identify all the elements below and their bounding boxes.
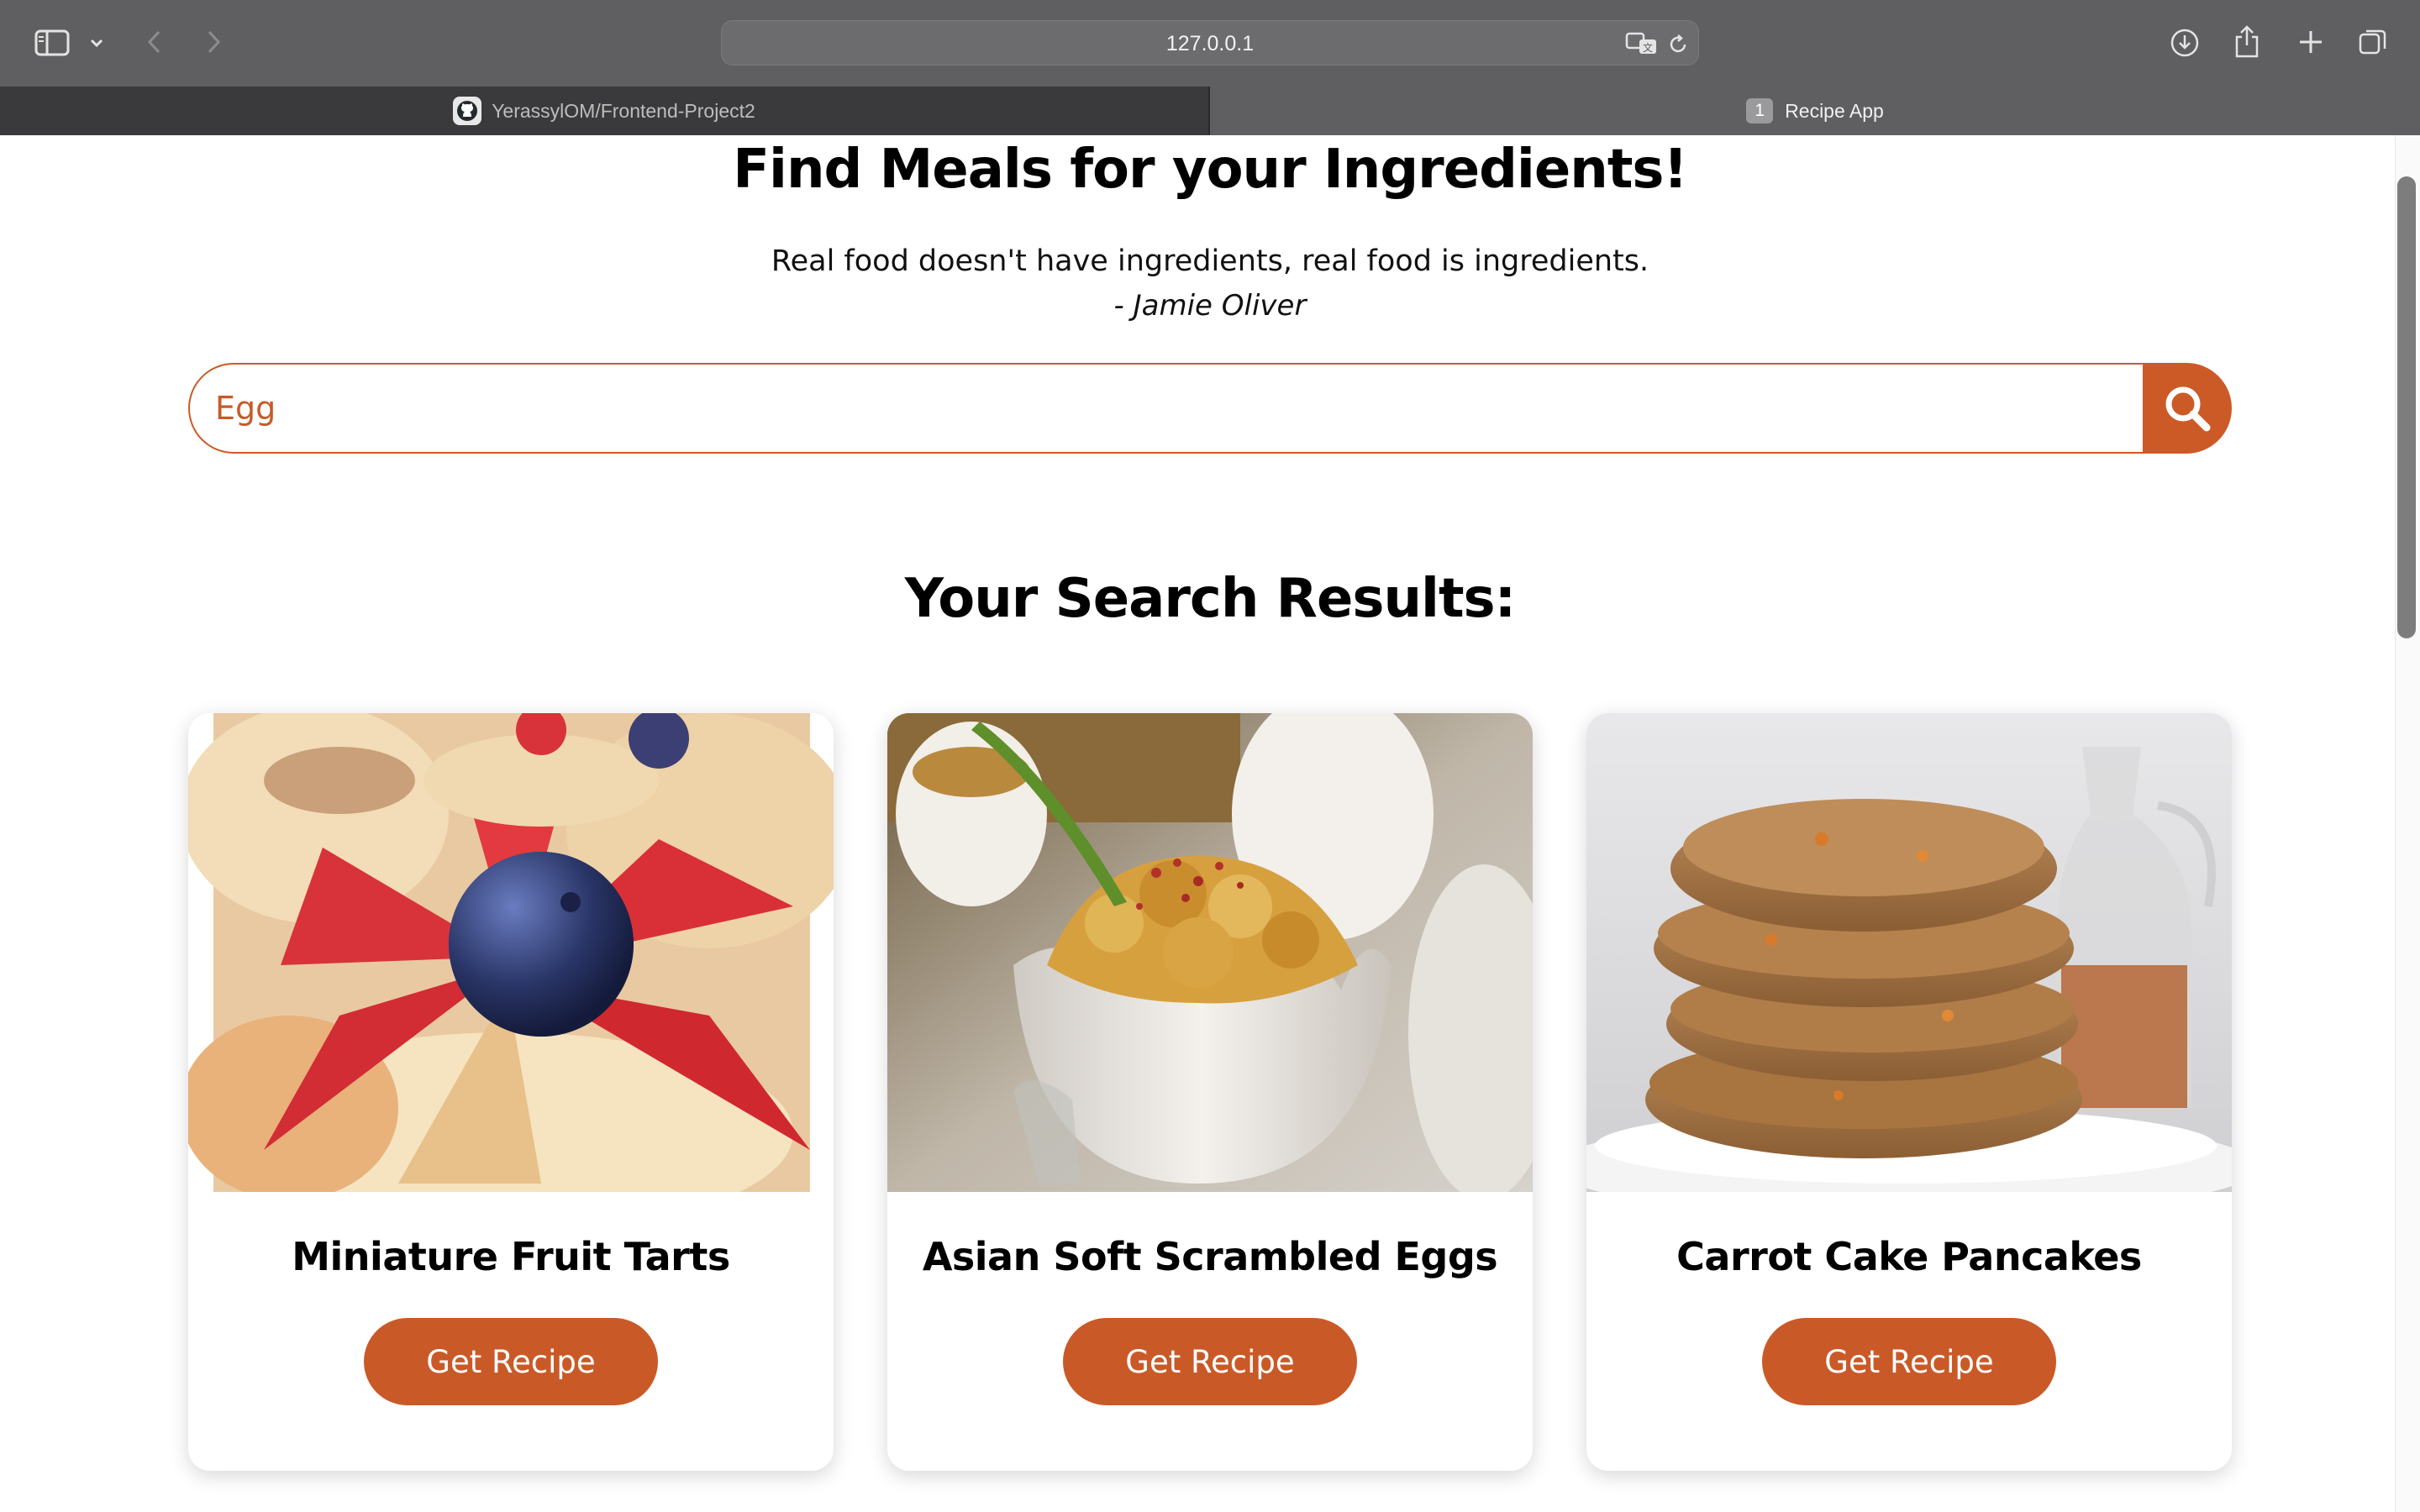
translate-icon[interactable]: 文	[1624, 29, 1660, 58]
address-bar[interactable]: 127.0.0.1 文	[721, 20, 1699, 66]
reload-icon[interactable]	[1665, 31, 1691, 58]
pancakes-photo	[1586, 713, 2232, 1192]
share-icon[interactable]	[2232, 22, 2262, 60]
chevron-down-icon[interactable]	[86, 30, 108, 55]
tab-label: YerassylOM/Frontend-Project2	[492, 99, 755, 122]
meal-title: Miniature Fruit Tarts	[292, 1234, 730, 1279]
page-content: Find Meals for your Ingredients! Real fo…	[0, 135, 2395, 1512]
tab-recipe-app[interactable]: 1 Recipe App	[1210, 87, 2420, 135]
fruit-tarts-photo	[188, 713, 834, 1192]
scrambled-eggs-photo	[887, 713, 1533, 1192]
search-bar	[188, 363, 2232, 454]
github-icon	[453, 97, 482, 125]
meal-card: Miniature Fruit Tarts Get Recipe	[188, 713, 834, 1471]
get-recipe-button[interactable]: Get Recipe	[1063, 1318, 1357, 1405]
tab-badge: 1	[1746, 98, 1774, 123]
meal-title: Carrot Cake Pancakes	[1676, 1234, 2142, 1279]
back-icon[interactable]	[141, 25, 166, 59]
tab-github[interactable]: YerassylOM/Frontend-Project2	[0, 87, 1210, 135]
tab-label: Recipe App	[1785, 99, 1884, 122]
new-tab-icon[interactable]	[2296, 27, 2326, 57]
search-icon	[2165, 386, 2211, 432]
sidebar-icon[interactable]	[32, 25, 72, 60]
page-title: Find Meals for your Ingredients!	[733, 139, 1687, 201]
meal-title: Asian Soft Scrambled Eggs	[922, 1234, 1498, 1279]
quote-author: - Jamie Oliver	[1113, 289, 1307, 323]
url-text[interactable]: 127.0.0.1	[722, 32, 1698, 56]
download-icon[interactable]	[2168, 25, 2202, 60]
get-recipe-button[interactable]: Get Recipe	[1762, 1318, 2056, 1405]
search-input[interactable]	[188, 363, 2146, 454]
scrollbar-thumb[interactable]	[2397, 176, 2416, 638]
forward-icon[interactable]	[202, 25, 227, 59]
meal-card: Asian Soft Scrambled Eggs Get Recipe	[887, 713, 1533, 1471]
browser-toolbar: 127.0.0.1 文	[0, 0, 2420, 87]
search-button[interactable]	[2143, 363, 2232, 454]
tab-strip: YerassylOM/Frontend-Project2 1 Recipe Ap…	[0, 87, 2420, 135]
hero-quote: Real food doesn't have ingredients, real…	[771, 244, 1649, 278]
meal-card: Carrot Cake Pancakes Get Recipe	[1586, 713, 2232, 1471]
svg-text:文: 文	[1643, 41, 1653, 54]
get-recipe-button[interactable]: Get Recipe	[364, 1318, 658, 1405]
tab-overview-icon[interactable]	[2356, 25, 2390, 59]
results-heading: Your Search Results:	[904, 568, 1516, 630]
